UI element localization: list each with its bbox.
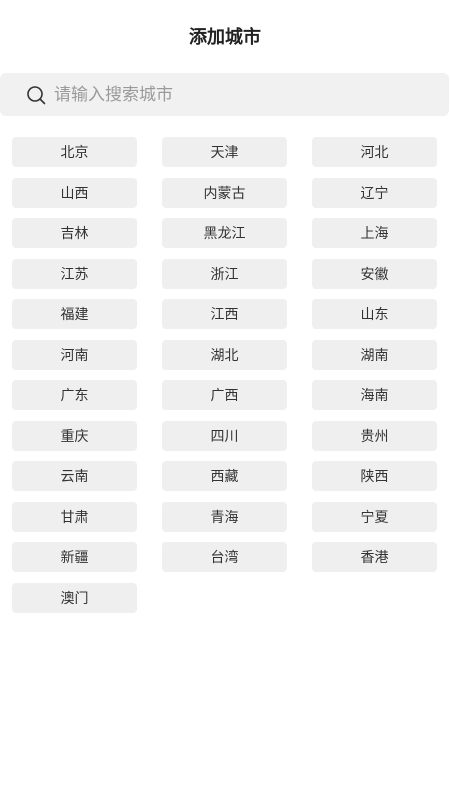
city-button[interactable]: 青海: [162, 501, 287, 532]
city-grid: 北京 天津 河北山西 内蒙古 辽宁吉林 黑龙江 上海江苏 浙江 安徽福建 江西 山东河南 湖北 湖南广东…: [12, 137, 438, 613]
city-button[interactable]: 上海: [312, 218, 437, 248]
city-button[interactable]: 广东: [12, 380, 137, 410]
city-button[interactable]: 台湾: [162, 542, 287, 572]
city-button[interactable]: 湖北: [162, 339, 287, 370]
city-button[interactable]: 宁夏: [312, 501, 437, 532]
city-button[interactable]: 福建: [12, 299, 137, 329]
city-button[interactable]: 内蒙古: [162, 177, 287, 208]
city-button[interactable]: 黑龙江: [162, 218, 287, 248]
city-button[interactable]: 江苏: [12, 258, 137, 289]
city-button[interactable]: 湖南: [312, 339, 437, 370]
add-city-page: 添加城市 北京天津河北山西内蒙古辽宁吉林黑龙江上海江苏浙江安徽福建江西山东河南湖…: [0, 0, 450, 800]
city-button[interactable]: 河北: [312, 137, 437, 167]
city-button[interactable]: 新疆: [12, 542, 137, 572]
city-button[interactable]: 江西: [162, 299, 287, 329]
city-button[interactable]: 山西: [12, 177, 137, 208]
page-title: 添加城市: [189, 27, 261, 48]
city-button[interactable]: 河南: [12, 339, 137, 370]
city-button[interactable]: 重庆: [12, 420, 137, 451]
search-icon: [27, 85, 46, 104]
city-button[interactable]: 陕西: [312, 461, 437, 491]
city-button[interactable]: 海南: [312, 380, 437, 410]
city-button[interactable]: 辽宁: [312, 177, 437, 208]
city-button[interactable]: 西藏: [162, 461, 287, 491]
city-button[interactable]: 澳门: [12, 582, 137, 613]
city-button[interactable]: 贵州: [312, 420, 437, 451]
city-button[interactable]: 山东: [312, 299, 437, 329]
search-bar[interactable]: [0, 73, 449, 116]
city-button[interactable]: 甘肃: [12, 501, 137, 532]
city-button[interactable]: 安徽: [312, 258, 437, 289]
city-button[interactable]: 香港: [312, 542, 437, 572]
search-input[interactable]: [54, 79, 434, 110]
city-button[interactable]: 吉林: [12, 218, 137, 248]
city-button[interactable]: 云南: [12, 461, 137, 491]
city-button[interactable]: 四川: [162, 420, 287, 451]
city-button[interactable]: 北京: [12, 137, 137, 167]
city-button[interactable]: 天津: [162, 137, 287, 167]
city-button[interactable]: 浙江: [162, 258, 287, 289]
city-button[interactable]: 广西: [162, 380, 287, 410]
